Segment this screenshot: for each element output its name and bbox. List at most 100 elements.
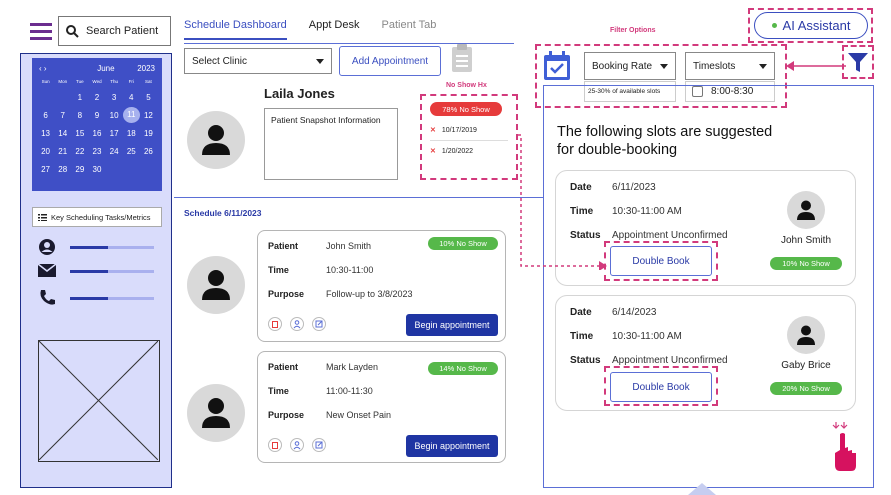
calendar-day[interactable]: 3 bbox=[106, 93, 123, 102]
calendar-day[interactable]: 29 bbox=[71, 165, 88, 174]
calendar-day[interactable]: 5 bbox=[140, 93, 157, 102]
edit-icon[interactable] bbox=[312, 317, 326, 331]
begin-appointment-button[interactable]: Begin appointment bbox=[406, 314, 498, 336]
search-input[interactable]: Search Patient bbox=[86, 25, 158, 37]
no-show-badge: 10% No Show bbox=[770, 257, 842, 270]
calendar-nav-arrows[interactable]: ‹ › bbox=[39, 64, 47, 73]
image-placeholder bbox=[38, 340, 160, 462]
date-label: Date bbox=[570, 307, 592, 318]
key-tasks-button[interactable]: Key Scheduling Tasks/Metrics bbox=[32, 207, 162, 227]
search-bar[interactable]: Search Patient bbox=[58, 16, 171, 46]
calendar-weekday: Wed bbox=[92, 79, 102, 84]
schedule-title: Schedule 6/11/2023 bbox=[184, 208, 262, 218]
calendar-day[interactable]: 15 bbox=[71, 129, 88, 138]
calendar-day[interactable]: 10 bbox=[106, 111, 123, 120]
booking-rate-select[interactable]: Booking Rate bbox=[584, 52, 676, 80]
calendar-day[interactable]: 25 bbox=[123, 147, 140, 156]
calendar-weekday: Fri bbox=[128, 79, 134, 84]
person-icon[interactable] bbox=[290, 438, 304, 452]
chevron-down-icon bbox=[660, 63, 668, 69]
booking-rate-label: Booking Rate bbox=[592, 60, 653, 72]
suggestion-date: 6/11/2023 bbox=[612, 182, 656, 193]
no-show-entry: ✕ 1/20/2022 bbox=[430, 147, 508, 156]
calendar-day[interactable]: 26 bbox=[140, 147, 157, 156]
calendar-day[interactable]: 23 bbox=[88, 147, 105, 156]
tab-schedule-dashboard[interactable]: Schedule Dashboard bbox=[184, 19, 287, 40]
schedule-divider bbox=[174, 197, 544, 198]
clinic-select[interactable]: Select Clinic bbox=[184, 48, 332, 74]
trash-icon[interactable] bbox=[268, 438, 282, 452]
calendar-day[interactable]: 18 bbox=[123, 129, 140, 138]
calendar-day[interactable]: 16 bbox=[88, 129, 105, 138]
user-icon bbox=[38, 238, 56, 256]
calendar-day[interactable]: 1 bbox=[71, 93, 88, 102]
bottom-pointer bbox=[688, 483, 716, 495]
tab-patient[interactable]: Patient Tab bbox=[382, 19, 437, 40]
appointment-purpose: Follow-up to 3/8/2023 bbox=[326, 289, 413, 299]
tab-appt-desk[interactable]: Appt Desk bbox=[309, 19, 360, 40]
calendar-day[interactable]: 9 bbox=[88, 111, 105, 120]
arrow-left-icon bbox=[786, 60, 846, 72]
top-tabs: Schedule Dashboard Appt Desk Patient Tab bbox=[184, 19, 436, 40]
metric-row bbox=[38, 289, 154, 307]
double-book-button[interactable]: Double Book bbox=[610, 372, 712, 402]
metric-row bbox=[38, 264, 154, 278]
calendar-day[interactable]: 8 bbox=[71, 111, 88, 120]
double-book-button[interactable]: Double Book bbox=[610, 246, 712, 276]
calendar-day[interactable]: 27 bbox=[37, 165, 54, 174]
appointment-time: 10:30-11:00 bbox=[326, 265, 374, 275]
calendar-day[interactable]: 7 bbox=[54, 111, 71, 120]
calendar-day[interactable]: 28 bbox=[54, 165, 71, 174]
trash-icon[interactable] bbox=[268, 317, 282, 331]
chevron-down-icon bbox=[759, 63, 767, 69]
calendar-day[interactable]: 20 bbox=[37, 147, 54, 156]
metric-bar bbox=[70, 245, 154, 249]
suggestion-avatar bbox=[787, 316, 825, 354]
person-icon[interactable] bbox=[290, 317, 304, 331]
calendar-day[interactable]: 4 bbox=[123, 93, 140, 102]
calendar-day[interactable]: 11 bbox=[122, 107, 140, 123]
add-appointment-button[interactable]: Add Appointment bbox=[339, 46, 441, 76]
no-show-badge: 78% No Show bbox=[430, 102, 502, 116]
connector-arrow bbox=[518, 134, 608, 270]
calendar-weekday: Sun bbox=[41, 79, 50, 84]
calendar-day[interactable]: 13 bbox=[37, 129, 54, 138]
calendar-month: June bbox=[97, 64, 115, 73]
status-label: Status bbox=[570, 355, 601, 366]
filter-icon[interactable] bbox=[848, 53, 868, 73]
no-show-entry: ✕ 10/17/2019 bbox=[430, 126, 508, 141]
ai-assistant-button[interactable]: AI Assistant bbox=[754, 12, 868, 39]
calendar-day[interactable]: 14 bbox=[54, 129, 71, 138]
calendar-day[interactable]: 6 bbox=[37, 111, 54, 120]
search-icon bbox=[66, 24, 79, 38]
calendar-day[interactable]: 17 bbox=[106, 129, 123, 138]
hand-scroll-icon[interactable] bbox=[832, 420, 858, 472]
suggestion-patient-name: John Smith bbox=[780, 235, 832, 246]
clipboard-icon[interactable] bbox=[451, 43, 473, 73]
status-dot-icon bbox=[771, 23, 777, 28]
chevron-down-icon bbox=[316, 58, 324, 64]
calendar-day[interactable]: 30 bbox=[88, 165, 105, 174]
hamburger-menu-icon[interactable] bbox=[30, 22, 52, 40]
calendar-day[interactable]: 12 bbox=[140, 111, 157, 120]
appointment-patient: John Smith bbox=[326, 241, 372, 251]
ai-assistant-label: AI Assistant bbox=[782, 18, 851, 33]
suggestion-date: 6/14/2023 bbox=[612, 307, 657, 318]
key-tasks-label: Key Scheduling Tasks/Metrics bbox=[51, 212, 151, 222]
patient-snapshot-label: Patient Snapshot Information bbox=[271, 115, 381, 125]
calendar-weekday: Sat bbox=[145, 79, 152, 84]
calendar-day[interactable]: 19 bbox=[140, 129, 157, 138]
calendar-days: 1 2 3 4 5 6 7 8 9 10 11 12 13 14 15 16 17 18 19 20 21 22 23 24 2… bbox=[37, 88, 157, 178]
calendar-day[interactable]: 24 bbox=[106, 147, 123, 156]
no-show-date: 10/17/2019 bbox=[441, 126, 477, 134]
phone-icon bbox=[38, 289, 56, 307]
edit-icon[interactable] bbox=[312, 438, 326, 452]
calendar-day[interactable]: 22 bbox=[71, 147, 88, 156]
filter-options-title: Filter Options bbox=[610, 27, 656, 34]
timeslots-select[interactable]: Timeslots bbox=[685, 52, 775, 80]
calendar-check-icon bbox=[543, 51, 571, 81]
calendar-day[interactable]: 21 bbox=[54, 147, 71, 156]
no-show-history-title: No Show Hx bbox=[446, 82, 487, 89]
begin-appointment-button[interactable]: Begin appointment bbox=[406, 435, 498, 457]
calendar-day[interactable]: 2 bbox=[88, 93, 105, 102]
